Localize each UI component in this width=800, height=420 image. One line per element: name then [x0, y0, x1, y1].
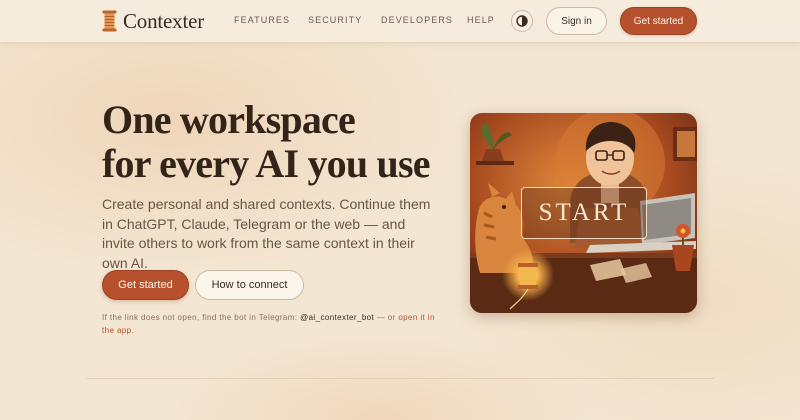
note-connector: — or: [376, 313, 396, 322]
hero-title-line-2: for every AI you use: [102, 141, 430, 186]
hero-title-line-1: One workspace: [102, 97, 356, 142]
nav-help[interactable]: HELP: [467, 15, 495, 25]
section-divider: [87, 378, 714, 379]
brand-name: Contexter: [123, 8, 205, 33]
theme-toggle-button[interactable]: [511, 10, 533, 32]
hero-subtitle: Create personal and shared contexts. Con…: [102, 196, 431, 271]
telegram-bot-handle: @ai_contexter_bot: [300, 313, 375, 322]
hero-title: One workspace for every AI you use: [102, 98, 442, 186]
spool-icon: [102, 10, 117, 32]
top-navigation-bar: Contexter FEATURES SECURITY DEVELOPERS H…: [0, 0, 800, 43]
how-to-connect-button[interactable]: How to connect: [195, 270, 304, 300]
note-text: If the link does not open, find the bot …: [102, 313, 298, 322]
nav-security[interactable]: SECURITY: [308, 15, 362, 25]
contrast-icon: [516, 15, 528, 27]
header-get-started-button[interactable]: Get started: [620, 7, 697, 35]
start-label: START: [521, 187, 647, 239]
hero-illustration-card[interactable]: START: [470, 113, 697, 313]
get-started-button[interactable]: Get started: [102, 270, 189, 300]
brand-logo[interactable]: Contexter: [102, 8, 205, 33]
nav-developers[interactable]: DEVELOPERS: [381, 15, 453, 25]
nav-features[interactable]: FEATURES: [234, 15, 290, 25]
telegram-fallback-note: If the link does not open, find the bot …: [102, 311, 447, 337]
sign-in-button[interactable]: Sign in: [546, 7, 607, 35]
